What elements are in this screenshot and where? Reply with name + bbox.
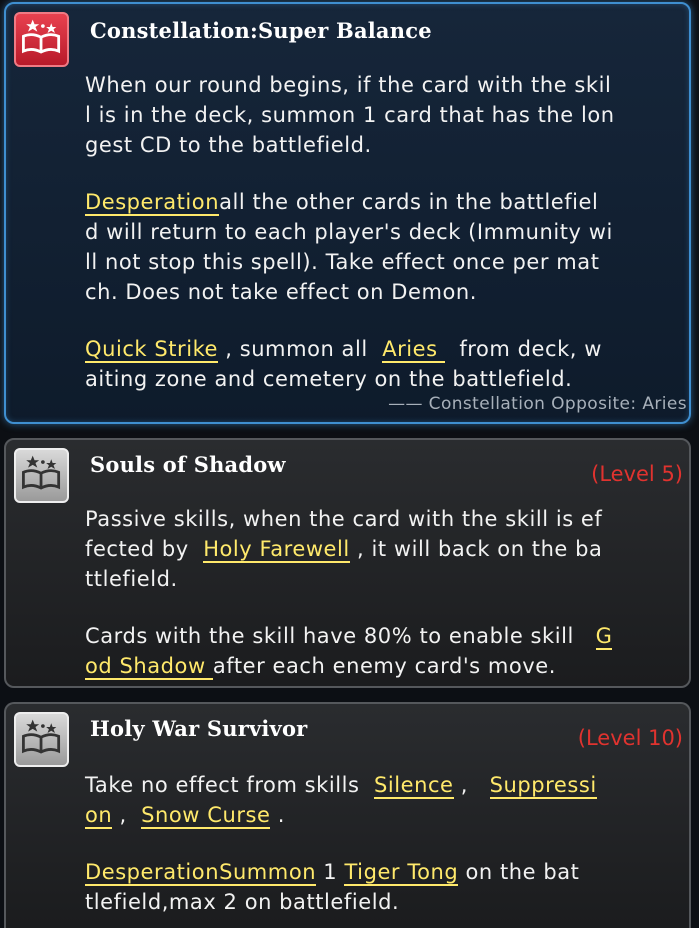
description-line: ttlefield. [85, 564, 695, 594]
keyword-link[interactable]: Snow Curse [141, 803, 271, 829]
description-line: fected by Holy Farewell , it will back o… [85, 534, 695, 564]
description-line: aiting zone and cemetery on the battlefi… [85, 364, 695, 394]
description-line: tlefield,max 2 on battlefield. [85, 887, 695, 917]
description-line: od Shadow after each enemy card's move. [85, 651, 695, 681]
skill-panel-holy-war-survivor: Holy War Survivor (Level 10) Take no eff… [4, 702, 691, 928]
description-text: Cards with the skill have 80% to enable … [85, 624, 596, 648]
keyword-link[interactable]: Summon [219, 860, 317, 886]
description-line: on , Snow Curse . [85, 800, 695, 830]
description-text: after each enemy card's move. [212, 654, 556, 678]
skill-title: Holy War Survivor [90, 716, 308, 741]
book-stars-icon [14, 12, 69, 67]
keyword-link[interactable]: on [85, 803, 113, 829]
keyword-link[interactable]: Silence [373, 773, 454, 799]
description-line: Take no effect from skills Silence , Sup… [85, 770, 695, 800]
description-text: aiting zone and cemetery on the battlefi… [85, 367, 573, 391]
skill-quote: —— Constellation Opposite: Aries [388, 394, 687, 414]
description-text: on the bat [458, 860, 580, 884]
description-text: , [112, 803, 142, 827]
description-line: ch. Does not take effect on Demon. [85, 277, 695, 307]
keyword-link[interactable]: G [595, 624, 613, 650]
description-text: tlefield,max 2 on battlefield. [85, 890, 400, 914]
keyword-link[interactable]: Suppressi [489, 773, 597, 799]
description-line: When our round begins, if the card with … [85, 70, 695, 100]
skill-title: Constellation:Super Balance [90, 18, 432, 43]
skill-level: (Level 10) [577, 726, 683, 750]
description-text: d will return to each player's deck (Imm… [85, 220, 613, 244]
description-text: ttlefield. [85, 567, 178, 591]
description-text: ll not stop this spell). Take effect onc… [85, 250, 600, 274]
description-text: ch. Does not take effect on Demon. [85, 280, 477, 304]
skill-panel-constellation: Constellation:Super Balance When our rou… [4, 2, 691, 424]
description-text: Take no effect from skills [85, 773, 374, 797]
description-text: 1 [316, 860, 345, 884]
description-text: When our round begins, if the card with … [85, 73, 612, 97]
description-text: from deck, w [444, 337, 602, 361]
keyword-link[interactable]: Quick Strike [85, 337, 219, 363]
keyword-link[interactable]: Desperation [85, 190, 220, 216]
description-text: , summon all [218, 337, 383, 361]
keyword-link[interactable]: od Shadow [85, 654, 213, 680]
keyword-link[interactable]: Holy Farewell [203, 537, 350, 563]
description-line: l is in the deck, summon 1 card that has… [85, 100, 695, 130]
description-line: Passive skills, when the card with the s… [85, 504, 695, 534]
description-line: d will return to each player's deck (Imm… [85, 217, 695, 247]
keyword-link[interactable]: Aries [382, 337, 445, 363]
skill-level: (Level 5) [591, 462, 683, 486]
description-line: gest CD to the battlefield. [85, 130, 695, 160]
keyword-link[interactable]: Tiger Tong [344, 860, 459, 886]
description-text: , it will back on the ba [349, 537, 603, 561]
description-line: ll not stop this spell). Take effect onc… [85, 247, 695, 277]
skill-description: When our round begins, if the card with … [85, 70, 695, 394]
skill-description: Take no effect from skills Silence , Sup… [85, 770, 695, 917]
skill-panel-souls-of-shadow: Souls of Shadow (Level 5) Passive skills… [4, 438, 691, 688]
description-line: Quick Strike , summon all Aries from dec… [85, 334, 695, 364]
book-stars-icon [14, 712, 69, 767]
description-text: fected by [85, 537, 204, 561]
description-text: , [453, 773, 490, 797]
book-stars-icon [14, 448, 69, 503]
skill-title: Souls of Shadow [90, 452, 286, 477]
description-line: Desperationall the other cards in the ba… [85, 187, 695, 217]
description-text: . [270, 803, 285, 827]
keyword-link[interactable]: Desperation [85, 860, 220, 886]
skill-description: Passive skills, when the card with the s… [85, 504, 695, 681]
description-line: Cards with the skill have 80% to enable … [85, 621, 695, 651]
description-line: DesperationSummon 1 Tiger Tong on the ba… [85, 857, 695, 887]
description-text: Passive skills, when the card with the s… [85, 507, 603, 531]
description-text: l is in the deck, summon 1 card that has… [85, 103, 615, 127]
description-text: gest CD to the battlefield. [85, 133, 372, 157]
description-text: all the other cards in the battlefiel [219, 190, 599, 214]
